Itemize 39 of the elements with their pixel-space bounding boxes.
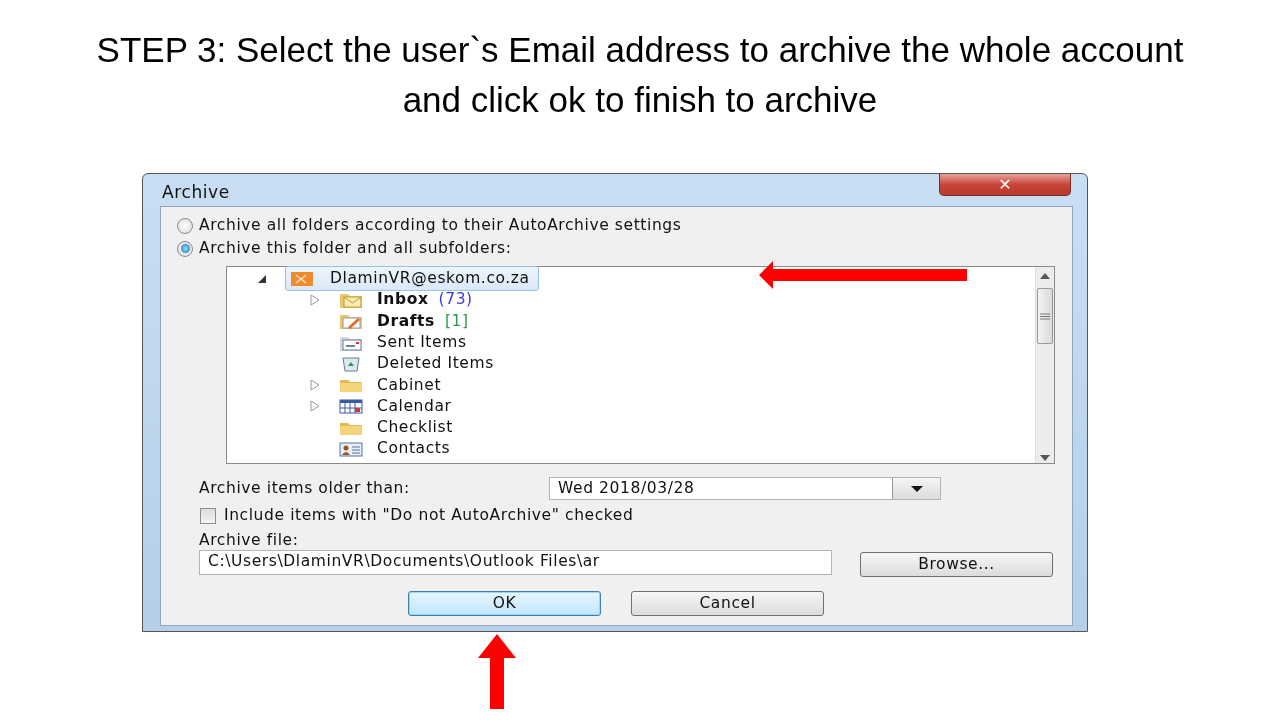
scroll-up-icon[interactable] bbox=[1040, 273, 1050, 279]
tree-item[interactable]: Checklist bbox=[377, 416, 453, 440]
expand-icon[interactable] bbox=[309, 293, 321, 306]
window-title: Archive bbox=[162, 181, 230, 204]
checkbox[interactable] bbox=[200, 507, 216, 524]
date-dropdown[interactable]: Wed 2018/03/28 bbox=[549, 477, 941, 501]
radio-button[interactable] bbox=[177, 240, 193, 257]
option-label[interactable]: Archive this folder and all subfolders: bbox=[199, 236, 512, 261]
scroll-down-icon[interactable] bbox=[1040, 455, 1050, 461]
tree-item[interactable]: DlaminVR@eskom.co.za bbox=[285, 266, 539, 292]
dialog-button[interactable]: OK bbox=[408, 591, 601, 616]
expand-icon[interactable] bbox=[309, 400, 321, 413]
checkbox-label[interactable]: Include items with "Do not AutoArchive" checked bbox=[224, 504, 634, 528]
file-path-field[interactable]: C:\Users\DlaminVR\Documents\Outlook Files\ar bbox=[199, 550, 832, 575]
bin-icon bbox=[339, 354, 363, 373]
close-button[interactable]: ✕ bbox=[939, 174, 1071, 196]
pencil-folder-icon bbox=[339, 312, 363, 331]
unread-count: (73) bbox=[438, 289, 473, 311]
expand-icon[interactable] bbox=[309, 379, 321, 392]
tree-item[interactable]: Contacts bbox=[377, 437, 451, 461]
tree-item[interactable]: Deleted Items bbox=[377, 352, 494, 376]
unread-count: [1] bbox=[444, 310, 469, 332]
date-value: Wed 2018/03/28 bbox=[558, 478, 696, 500]
browse-button[interactable]: Browse... bbox=[860, 552, 1053, 577]
account-icon bbox=[290, 269, 314, 288]
tree-item[interactable]: Cabinet bbox=[377, 373, 442, 397]
tree-item[interactable]: Sent Items bbox=[377, 330, 467, 355]
field-label: Archive items older than: bbox=[199, 478, 411, 499]
radio-button[interactable] bbox=[177, 217, 193, 234]
option-label[interactable]: Archive all folders according to their AutoArchive settings bbox=[199, 213, 682, 238]
grip-icon bbox=[1040, 312, 1050, 320]
dialog-button[interactable]: Cancel bbox=[631, 591, 824, 616]
calendar-icon bbox=[339, 397, 363, 416]
tree-item[interactable]: Calendar bbox=[377, 394, 452, 419]
scrollbar[interactable] bbox=[1035, 267, 1054, 463]
field-label: Archive file: bbox=[199, 530, 299, 551]
contact-card-icon bbox=[339, 440, 363, 458]
slide-title: STEP 3: Select the user`s Email address to archive the whole account and click ok to finish to archive bbox=[95, 29, 1185, 121]
tree-item[interactable]: Drafts bbox=[377, 309, 435, 333]
